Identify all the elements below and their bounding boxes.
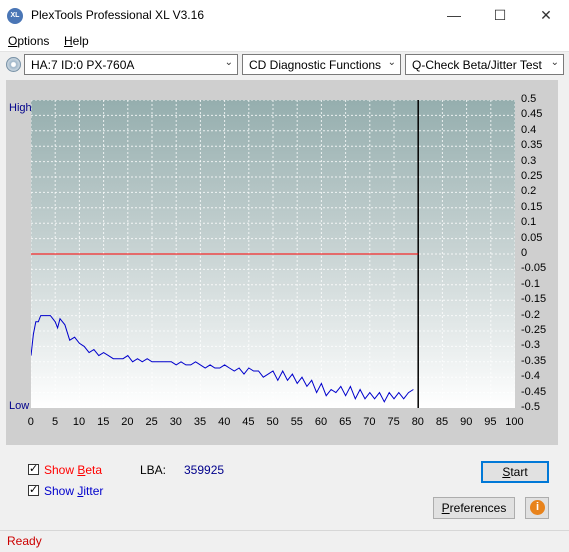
- y-tick-label: -0.1: [521, 277, 540, 290]
- high-label: High: [9, 102, 32, 114]
- beta-jitter-chart: [31, 100, 515, 408]
- info-icon: i: [530, 500, 545, 515]
- menu-help[interactable]: Help: [64, 34, 89, 48]
- status-text: Ready: [7, 534, 42, 548]
- x-tick-label: 10: [72, 416, 86, 428]
- x-tick-label: 70: [363, 416, 376, 428]
- y-tick-label: -0.5: [521, 401, 540, 413]
- start-button[interactable]: Start: [481, 461, 549, 483]
- title-bar: XL PlexTools Professional XL V3.16 — ☐ ✕: [0, 0, 569, 31]
- chevron-down-icon: ⌄: [387, 57, 396, 68]
- x-tick-label: 40: [218, 416, 231, 428]
- x-tick-label: 20: [121, 416, 134, 428]
- x-tick-label: 45: [242, 416, 255, 428]
- y-tick-label: 0.25: [521, 170, 543, 182]
- show-beta-label[interactable]: Show Beta: [44, 463, 102, 477]
- close-button[interactable]: ✕: [523, 0, 569, 31]
- x-tick-label: 50: [266, 416, 279, 428]
- y-tick-label: -0.2: [521, 308, 540, 321]
- test-select[interactable]: Q-Check Beta/Jitter Test ⌄: [405, 54, 564, 75]
- preferences-button[interactable]: Preferences: [433, 497, 515, 519]
- x-tick-label: 30: [169, 416, 182, 428]
- low-label: Low: [9, 400, 30, 412]
- window-title: PlexTools Professional XL V3.16: [31, 8, 204, 22]
- y-tick-label: 0.05: [521, 231, 543, 244]
- y-tick-label: 0.1: [521, 216, 537, 229]
- status-bar: Ready: [0, 530, 569, 552]
- lba-value: 359925: [184, 463, 225, 477]
- y-tick-label: 0.4: [521, 123, 537, 136]
- y-tick-label: -0.35: [521, 354, 547, 367]
- x-tick-label: 55: [290, 416, 303, 428]
- checkmark-icon: ✓: [29, 463, 39, 475]
- y-tick-label: -0.15: [521, 293, 547, 306]
- x-tick-label: 65: [339, 416, 352, 428]
- y-tick-label: 0.45: [521, 108, 543, 121]
- chevron-down-icon: ⌄: [224, 57, 233, 68]
- drive-select[interactable]: HA:7 ID:0 PX-760A ⌄: [24, 54, 238, 75]
- x-tick-label: 35: [193, 416, 207, 428]
- menu-bar: Options Help: [0, 31, 569, 52]
- disc-drive-icon: [6, 57, 21, 72]
- y-tick-label: -0.3: [521, 339, 540, 352]
- x-tick-label: 15: [97, 416, 110, 428]
- x-tick-label: 80: [411, 416, 424, 428]
- checkmark-icon: ✓: [29, 484, 39, 496]
- y-tick-label: -0.4: [521, 370, 540, 383]
- x-tick-label: 75: [387, 416, 400, 428]
- y-tick-label: 0: [521, 247, 528, 259]
- x-tick-label: 5: [51, 416, 59, 428]
- x-tick-label: 85: [435, 416, 449, 428]
- show-jitter-checkbox[interactable]: ✓: [28, 484, 39, 496]
- x-tick-label: 0: [27, 416, 34, 428]
- maximize-button[interactable]: ☐: [477, 0, 523, 31]
- y-tick-label: 0.3: [521, 154, 537, 167]
- show-beta-checkbox[interactable]: ✓: [28, 463, 39, 475]
- x-tick-label: 100: [505, 416, 524, 428]
- app-logo-icon: XL: [7, 8, 23, 24]
- y-tick-label: -0.45: [521, 385, 547, 398]
- y-tick-label: 0.2: [521, 185, 537, 198]
- show-jitter-label[interactable]: Show Jitter: [44, 484, 103, 498]
- info-button[interactable]: i: [525, 497, 549, 519]
- lba-label: LBA:: [140, 463, 167, 477]
- function-select[interactable]: CD Diagnostic Functions ⌄: [242, 54, 401, 75]
- x-tick-label: 90: [460, 416, 473, 428]
- minimize-button[interactable]: —: [431, 0, 477, 31]
- x-tick-label: 25: [145, 416, 158, 428]
- y-tick-label: 0.15: [521, 200, 543, 213]
- x-tick-label: 60: [314, 416, 328, 428]
- y-tick-label: -0.05: [521, 262, 547, 275]
- y-tick-label: 0.35: [521, 139, 543, 152]
- x-tick-label: 95: [484, 416, 497, 428]
- menu-options[interactable]: Options: [8, 34, 49, 48]
- chevron-down-icon: ⌄: [550, 57, 559, 68]
- y-tick-label: -0.25: [521, 324, 547, 336]
- y-tick-label: 0.5: [521, 93, 537, 105]
